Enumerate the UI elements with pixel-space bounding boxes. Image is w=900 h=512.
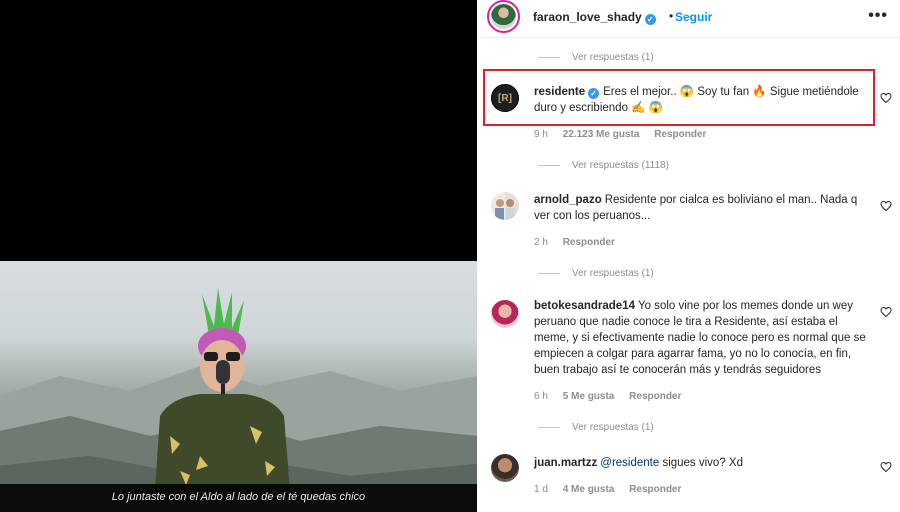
separator-dot: •	[669, 9, 674, 23]
like-heart-icon[interactable]	[880, 461, 892, 473]
comment-text: residente ✓ Eres el mejor.. 😱 Soy tu fan 🔥…	[534, 84, 866, 116]
comment-time[interactable]: 6 h	[534, 391, 548, 402]
comment-meta: 2 h Responder	[534, 237, 627, 248]
like-heart-icon[interactable]	[880, 92, 892, 104]
commenter-avatar[interactable]	[491, 300, 519, 328]
commenter-avatar[interactable]	[491, 454, 519, 482]
replies-line	[538, 427, 560, 428]
post-header: faraon_love_shady ✓ • Seguir •••	[477, 0, 900, 34]
author-username[interactable]: faraon_love_shady ✓	[533, 10, 656, 25]
header-divider	[477, 37, 900, 38]
like-heart-icon[interactable]	[880, 200, 892, 212]
mention-link[interactable]: @residente	[600, 457, 659, 469]
view-replies-button[interactable]: Ver respuestas (1)	[538, 52, 654, 63]
video-frame[interactable]: Lo juntaste con el Aldo al lado de el té…	[0, 261, 477, 512]
comment-username[interactable]: betokesandrade14	[534, 300, 635, 312]
video-subtitle: Lo juntaste con el Aldo al lado de el té…	[0, 484, 477, 512]
comment-time[interactable]: 1 d	[534, 484, 548, 495]
verified-badge-icon: ✓	[588, 88, 600, 99]
comment-meta: 9 h 22.123 Me gusta Responder	[534, 129, 718, 140]
replies-line	[538, 165, 560, 166]
comment-time[interactable]: 2 h	[534, 237, 548, 248]
comment-text: betokesandrade14 Yo solo vine por los mem…	[534, 298, 866, 378]
reply-button[interactable]: Responder	[629, 484, 681, 495]
singer-figure	[155, 288, 290, 491]
comment-username[interactable]: residente	[534, 86, 585, 98]
commenter-avatar[interactable]: [R]	[491, 84, 519, 112]
follow-button[interactable]: Seguir	[675, 10, 712, 24]
comment-time[interactable]: 9 h	[534, 129, 548, 140]
comment-likes[interactable]: 22.123 Me gusta	[563, 129, 640, 140]
comment-likes[interactable]: 4 Me gusta	[563, 484, 615, 495]
comments-panel: faraon_love_shady ✓ • Seguir ••• Ver resp…	[477, 0, 900, 512]
reply-button[interactable]: Responder	[654, 129, 706, 140]
author-avatar[interactable]	[487, 0, 520, 33]
reply-button[interactable]: Responder	[629, 391, 681, 402]
comment-text: arnold_pazo Residente por cialca es boliv…	[534, 192, 866, 224]
view-replies-button[interactable]: Ver respuestas (1)	[538, 268, 654, 279]
replies-line	[538, 273, 560, 274]
comment-body: sigues vivo? Xd	[659, 457, 743, 469]
commenter-avatar[interactable]	[491, 192, 519, 220]
like-heart-icon[interactable]	[880, 306, 892, 318]
verified-badge-icon: ✓	[644, 14, 656, 25]
comment-meta: 1 d 4 Me gusta Responder	[534, 484, 693, 495]
comment-text: juan.martzz @residente sigues vivo? Xd	[534, 455, 866, 471]
replies-line	[538, 57, 560, 58]
comment-username[interactable]: arnold_pazo	[534, 194, 602, 206]
more-options-icon[interactable]: •••	[868, 7, 888, 25]
view-replies-button[interactable]: Ver respuestas (1)	[538, 422, 654, 433]
comment-username[interactable]: juan.martzz	[534, 457, 597, 469]
comment-meta: 6 h 5 Me gusta Responder	[534, 391, 693, 402]
reply-button[interactable]: Responder	[563, 237, 615, 248]
comment-likes[interactable]: 5 Me gusta	[563, 391, 615, 402]
view-replies-button[interactable]: Ver respuestas (1118)	[538, 160, 669, 171]
post-media[interactable]: Lo juntaste con el Aldo al lado de el té…	[0, 0, 477, 512]
